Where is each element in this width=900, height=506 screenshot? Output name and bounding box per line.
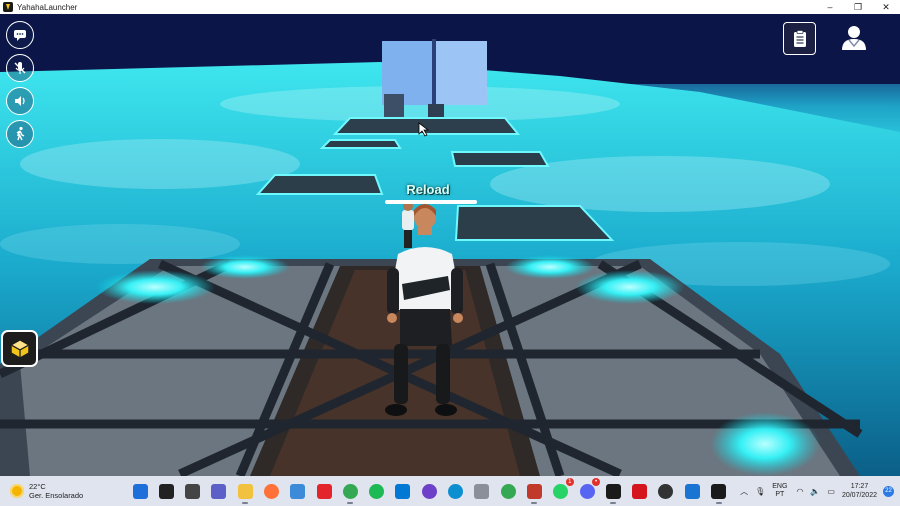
close-button[interactable]: ✕	[872, 0, 900, 14]
yahaha-launcher-icon	[3, 2, 13, 12]
discord-icon-glyph	[579, 483, 595, 499]
launcher-icon-glyph	[605, 483, 621, 499]
blue-app-icon-glyph	[684, 483, 700, 499]
speaker-icon	[15, 96, 25, 106]
profile-button[interactable]	[838, 22, 870, 54]
yahaha-side-button[interactable]	[1, 330, 38, 367]
notepad-icon[interactable]	[524, 481, 544, 504]
chrome-profile-icon[interactable]	[498, 481, 518, 501]
emote-button[interactable]	[6, 120, 34, 148]
spotify-icon-glyph	[369, 483, 385, 499]
mic-toggle-button[interactable]	[6, 54, 34, 82]
launcher-icon[interactable]	[603, 481, 623, 504]
search-icon[interactable]	[156, 481, 176, 501]
edge-icon-glyph	[448, 483, 464, 499]
task-view-icon[interactable]	[183, 481, 203, 501]
clock[interactable]: 17:27 20/07/2022	[842, 482, 877, 500]
database-icon[interactable]	[472, 481, 492, 501]
speaker-button[interactable]	[6, 87, 34, 115]
language-top: ENG	[772, 483, 788, 490]
mic-muted-icon	[14, 62, 26, 74]
acrobat-icon-glyph	[632, 483, 648, 499]
window-title: YahahaLauncher	[17, 2, 78, 12]
clock-app-icon[interactable]	[656, 481, 676, 501]
language-indicator[interactable]: ENG PT	[772, 483, 787, 499]
sun-icon	[10, 484, 24, 498]
red-app-icon[interactable]	[314, 481, 334, 501]
vscode-icon[interactable]	[393, 481, 413, 501]
taskbar-apps: 1 •	[130, 478, 735, 504]
task-view-icon-glyph	[185, 483, 201, 499]
reload-progress-bar	[385, 200, 477, 204]
blue-app-icon[interactable]	[682, 481, 702, 501]
window-title-bar: YahahaLauncher – ❐ ✕	[0, 0, 900, 14]
notepad-icon-glyph	[526, 483, 542, 499]
maximize-button[interactable]: ❐	[844, 0, 872, 14]
acrobat-icon[interactable]	[630, 481, 650, 501]
vscode-icon-glyph	[395, 483, 411, 499]
game-viewport[interactable]: Reload	[0, 14, 900, 476]
taskbar: 22°C Ger. Ensolarado 1 • ︿ 🎙 ENG PT ◠ 🔈 ▭…	[0, 476, 900, 506]
discord-icon-badge: •	[592, 478, 601, 486]
minimize-button[interactable]: –	[816, 0, 844, 14]
whatsapp-icon-badge: 1	[565, 478, 574, 486]
task-list-button[interactable]	[783, 22, 816, 55]
discord-icon[interactable]: •	[577, 478, 601, 501]
wifi-icon[interactable]: ◠	[796, 487, 803, 496]
start-button[interactable]	[130, 481, 150, 501]
firefox-icon[interactable]	[261, 481, 281, 501]
whatsapp-icon[interactable]: 1	[551, 478, 574, 501]
walk-icon	[16, 126, 25, 141]
chat-button[interactable]	[6, 21, 34, 49]
spotify-icon[interactable]	[367, 481, 387, 501]
show-hidden-icons-chevron[interactable]: ︿	[740, 486, 748, 497]
search-icon-glyph	[158, 483, 174, 499]
github-icon[interactable]	[419, 481, 439, 501]
edge-icon[interactable]	[446, 481, 466, 501]
microphone-icon[interactable]: 🎙	[755, 487, 765, 496]
chrome-profile-icon-glyph	[500, 483, 516, 499]
file-explorer-icon[interactable]	[235, 481, 255, 504]
teams-icon-glyph	[211, 483, 227, 499]
battery-icon[interactable]: ▭	[827, 487, 835, 496]
avatar-profile-icon	[842, 26, 866, 50]
clock-app-icon-glyph	[658, 483, 674, 499]
language-bottom: PT	[775, 491, 785, 498]
volume-icon[interactable]: 🔈	[810, 487, 820, 496]
notification-badge[interactable]: 22	[883, 485, 894, 497]
database-icon-glyph	[474, 483, 490, 499]
store-icon[interactable]	[288, 481, 308, 501]
clipboard-icon	[793, 29, 806, 47]
yahaha-app-icon	[10, 340, 29, 357]
clock-time: 17:27	[850, 483, 869, 490]
reload-label: Reload	[406, 182, 450, 197]
red-app-icon-glyph	[316, 483, 332, 499]
github-icon-glyph	[421, 483, 437, 499]
start-button-glyph	[132, 483, 148, 499]
teams-icon[interactable]	[209, 481, 229, 501]
weather-widget[interactable]: 22°C Ger. Ensolarado	[10, 482, 83, 500]
game-scene	[0, 14, 900, 476]
system-tray: ︿ 🎙 ENG PT ◠ 🔈 ▭ 17:27 20/07/2022 22	[740, 476, 900, 506]
firefox-icon-glyph	[263, 483, 279, 499]
file-explorer-icon-glyph	[237, 483, 253, 499]
chrome-icon-glyph	[342, 483, 358, 499]
chat-icon	[14, 30, 26, 41]
yahaha-taskbar-icon[interactable]	[709, 481, 729, 504]
whatsapp-icon-glyph	[553, 483, 569, 499]
yahaha-taskbar-icon-glyph	[711, 483, 727, 499]
clock-date: 20/07/2022	[841, 492, 877, 499]
weather-temperature: 22°C	[29, 482, 46, 491]
store-icon-glyph	[290, 483, 306, 499]
weather-description: Ger. Ensolarado	[29, 491, 84, 500]
chrome-icon[interactable]	[340, 481, 360, 504]
